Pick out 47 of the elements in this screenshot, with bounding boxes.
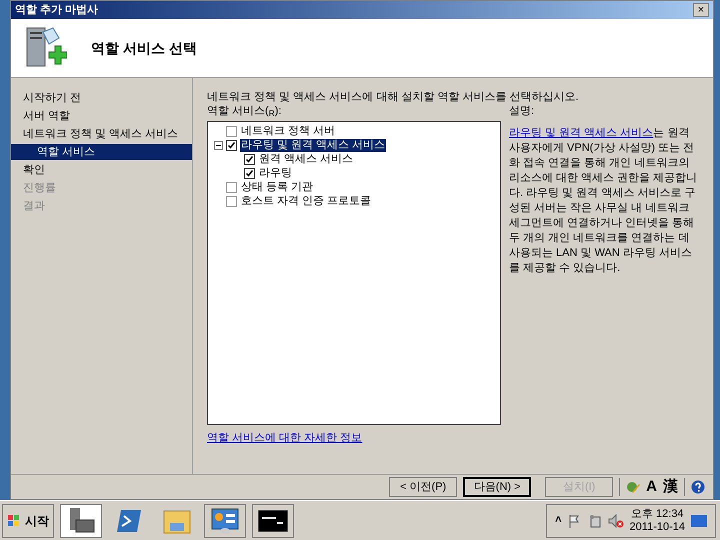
nav-step[interactable]: 서버 역할 [11,108,192,124]
command-prompt-icon [258,510,288,532]
instruction-text: 네트워크 정책 및 액세스 서비스에 대해 설치할 역할 서비스를 선택하십시오. [207,90,580,104]
input-mode-button[interactable]: A [646,476,657,498]
wizard-button[interactable]: < 이전(P) [389,477,458,497]
nav-step[interactable]: 확인 [11,162,192,178]
nav-step[interactable]: 역할 서비스 [11,144,192,160]
checkbox[interactable] [226,182,237,192]
service-item[interactable]: 호스트 자격 인증 프로토콜 [240,194,372,208]
control-panel-taskbar-button[interactable] [204,504,246,538]
description-text: 라우팅 및 원격 액세스 서비스는 원격 사용자에게 VPN(가상 사설망) 또는 전화 접속 연결을 통해 개인 네트워크의 리소스에 대한 액세스 권한을 제공합니다. 라우팅 및 원격 액세스 서비스로 구성된 서버는 작은 사무실 내 네트워크 세그먼트에 연결하거나 인터넷을 통해 두 개의 개인 네트워크를 연결하는 데 사용되는 LAN 및 WAN 라우팅 서비스를 제공할 수 있습니다. [509,126,698,276]
service-link[interactable]: 라우팅 및 원격 액세스 서비스 [509,127,654,139]
service-item[interactable]: 라우팅 및 원격 액세스 서비스 [240,138,386,152]
help-icon[interactable] [691,480,705,494]
window-title: 역할 추가 마법사 [15,2,98,18]
more-info-link[interactable]: 역할 서비스에 대한 자세한 정보 [207,430,362,446]
checkbox[interactable] [244,168,255,178]
start-button[interactable]: 시작 [2,504,54,538]
clock-time[interactable]: 오후 12:34 [630,508,684,520]
checkbox[interactable] [226,140,237,150]
flag-icon[interactable] [568,514,582,528]
server-manager-taskbar-button[interactable] [60,504,102,538]
checkbox[interactable] [226,196,237,206]
powershell-icon [115,508,143,534]
checkbox[interactable] [244,154,255,164]
settings-panel-icon [210,506,240,534]
role-services-label: 역할 서비스($_{R}$): [207,104,282,118]
service-item[interactable]: 라우팅 [258,166,293,180]
close-button[interactable]: × [693,3,709,17]
nav-step[interactable]: 네트워크 정책 및 액세스 서비스 [11,126,192,142]
wizard-button[interactable]: 다음(N) > [463,477,532,497]
network-icon[interactable] [588,514,602,528]
description-label: 설명: [509,104,536,118]
checkbox[interactable] [226,126,237,136]
nav-step[interactable]: 시작하기 전 [11,90,192,106]
speaker-muted-icon[interactable] [608,514,624,528]
service-item[interactable]: 네트워크 정책 서버 [240,124,336,138]
expander-icon[interactable] [214,140,223,150]
show-hidden-icons-button[interactable]: ˄ [555,512,562,529]
command-prompt-taskbar-button[interactable] [252,504,294,538]
service-item[interactable]: 상태 등록 기관 [240,180,314,194]
clock-date[interactable]: 2011-10-14 [630,520,685,534]
windows-flag-icon [7,514,21,528]
hanja-button[interactable]: 漢 [663,476,678,498]
service-item[interactable]: 원격 액세스 서비스 [258,152,354,166]
show-desktop-icon[interactable] [691,514,707,526]
page-title: 역할 서비스 선택 [91,38,197,58]
